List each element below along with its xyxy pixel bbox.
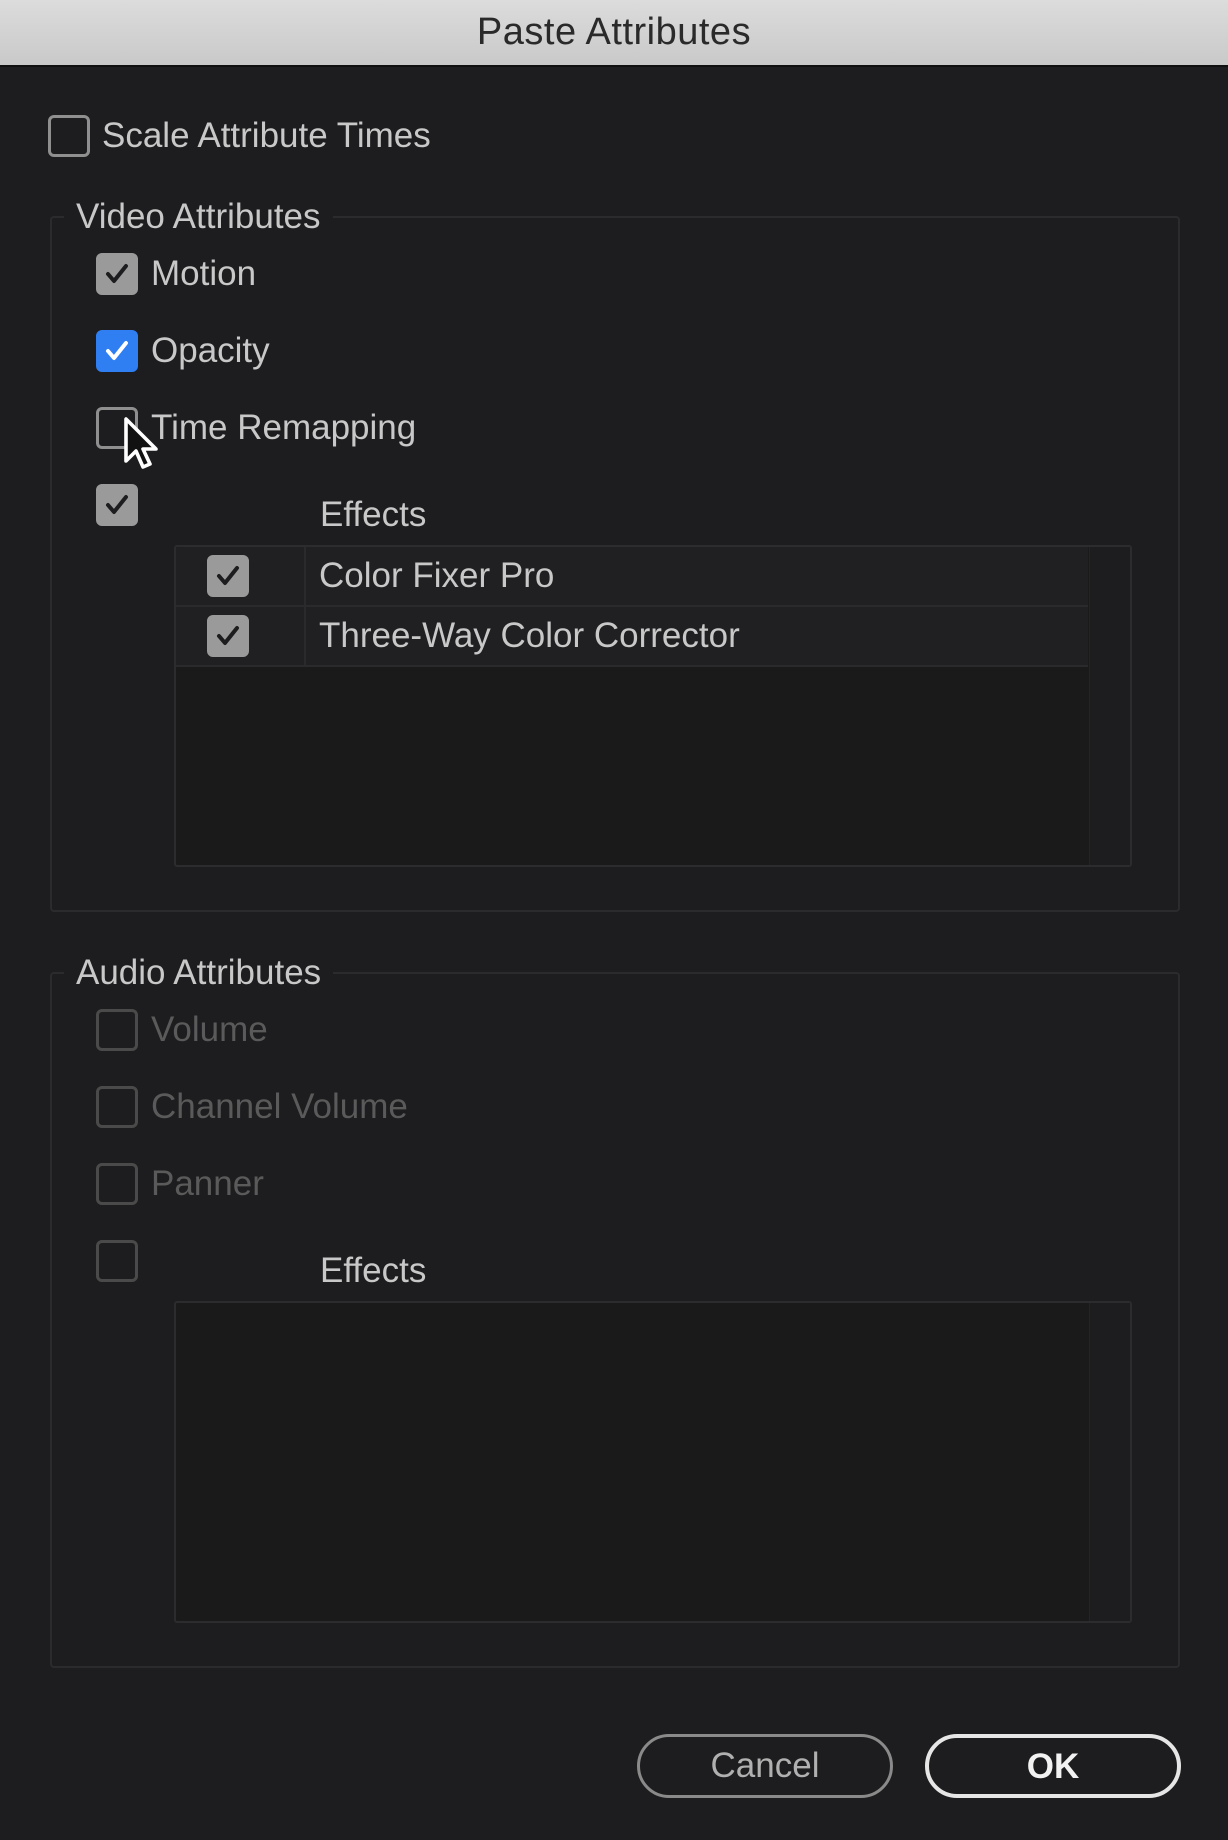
list-item[interactable]: Color Fixer Pro	[176, 547, 1088, 607]
row-divider	[304, 547, 306, 605]
audio-attributes-title: Audio Attributes	[64, 952, 334, 994]
cancel-button[interactable]: Cancel	[637, 1734, 893, 1798]
checkmark-icon	[106, 264, 128, 283]
checkmark-icon	[106, 341, 128, 360]
checkmark-icon	[217, 626, 239, 645]
effect-name: Three-Way Color Corrector	[319, 616, 740, 655]
audio-effects-list[interactable]	[174, 1301, 1132, 1623]
three-way-color-corrector-checkbox[interactable]	[207, 615, 249, 657]
audio-effects-label: Effects	[320, 1251, 427, 1290]
motion-label: Motion	[151, 254, 257, 293]
window-title: Paste Attributes	[476, 11, 752, 53]
volume-label: Volume	[151, 1010, 268, 1049]
checkmark-icon	[217, 566, 239, 585]
video-effects-label: Effects	[320, 495, 427, 534]
motion-checkbox[interactable]	[96, 253, 138, 295]
panner-label: Panner	[151, 1164, 264, 1203]
opacity-label: Opacity	[151, 331, 270, 370]
audio-effects-checkbox[interactable]	[96, 1240, 138, 1282]
scale-attribute-times-checkbox[interactable]	[48, 115, 90, 157]
list-scrollbar[interactable]	[1089, 547, 1130, 865]
title-bar[interactable]: Paste Attributes	[0, 0, 1228, 67]
video-effects-checkbox[interactable]	[96, 484, 138, 526]
time-remapping-label: Time Remapping	[151, 408, 417, 447]
list-item[interactable]: Three-Way Color Corrector	[176, 607, 1088, 667]
opacity-checkbox[interactable]	[96, 330, 138, 372]
scale-attribute-times-label: Scale Attribute Times	[102, 116, 431, 155]
panner-checkbox[interactable]	[96, 1163, 138, 1205]
color-fixer-pro-checkbox[interactable]	[207, 555, 249, 597]
volume-checkbox[interactable]	[96, 1009, 138, 1051]
channel-volume-label: Channel Volume	[151, 1087, 408, 1126]
ok-button[interactable]: OK	[925, 1734, 1181, 1798]
mouse-cursor-icon	[124, 417, 158, 469]
paste-attributes-dialog: Paste Attributes Scale Attribute Times V…	[0, 0, 1228, 1840]
video-effects-list[interactable]: Color Fixer Pro Three-Way Color Correcto…	[174, 545, 1132, 867]
channel-volume-checkbox[interactable]	[96, 1086, 138, 1128]
list-scrollbar[interactable]	[1089, 1303, 1130, 1621]
video-attributes-title: Video Attributes	[64, 196, 333, 238]
row-divider	[304, 607, 306, 665]
effect-name: Color Fixer Pro	[319, 556, 555, 595]
checkmark-icon	[106, 495, 128, 514]
